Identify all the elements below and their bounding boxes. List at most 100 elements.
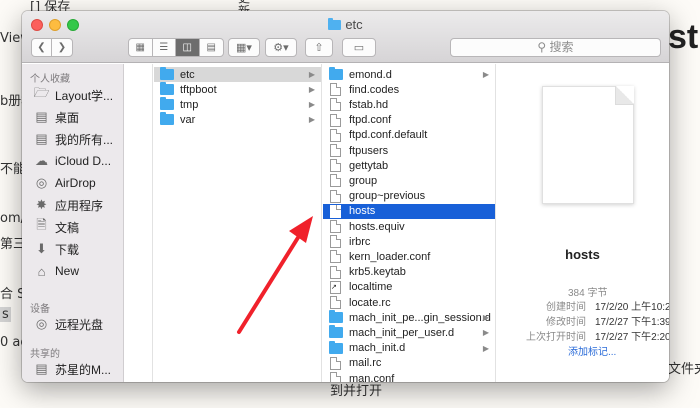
sidebar-item-label: 应用程序 [55,198,104,213]
sidebar-item-label: AirDrop [55,176,96,190]
sidebar-item-downloads[interactable]: ⬇ 下载 [34,239,79,259]
bg-heading: st [668,18,699,56]
chevron-right-icon: ▶ [482,313,489,323]
chevron-right-icon: ▶ [308,115,315,124]
preview-size: 384 字节 [568,288,608,299]
list-item[interactable]: etc ▶ [154,67,321,82]
airdrop-icon: ◎ [35,175,48,190]
search-icon: ⚲ [537,40,550,54]
item-name: kern_loader.conf [349,250,431,263]
list-view-button[interactable]: ☰ [153,39,176,56]
sidebar-header-devices: 设备 [30,304,50,315]
list-item[interactable]: gettytab [323,158,495,173]
list-item[interactable]: var ▶ [154,112,321,127]
document-icon [330,220,341,233]
chevron-right-icon: ▶ [308,70,315,79]
item-name: ftpusers [349,144,389,157]
tags-button[interactable]: ▭ [342,38,376,57]
add-tags-link[interactable]: 添加标记... [568,343,616,358]
folder-icon [329,325,343,339]
sidebar-item-desktop[interactable]: ▤ 桌面 [34,107,79,127]
alias-icon: ↗ [330,280,341,294]
list-item[interactable]: find.codes [323,82,495,97]
list-item[interactable]: group~previous [323,189,495,204]
item-name: gettytab [349,159,389,172]
search-input[interactable]: ⚲ 搜索 [450,38,661,57]
list-item[interactable]: tftpboot ▶ [154,82,321,97]
sidebar-header-shared: 共享的 [30,349,60,360]
list-item[interactable]: ftpusers [323,143,495,158]
list-item[interactable]: ftpd.conf.default [323,128,495,143]
sidebar-item-shared-pc[interactable]: ▤admin-pc [34,380,104,382]
document-icon [330,235,341,249]
preview-modified-value: 17/2/27 下午1:39 [595,317,669,328]
item-name: man.conf [349,372,395,383]
list-item[interactable]: hosts.equiv [323,219,495,234]
list-item[interactable]: irbrc [323,234,495,249]
list-item[interactable]: emond.d ▶ [323,67,495,82]
list-item[interactable]: mach_init_per_user.d ▶ [323,325,495,340]
home-icon: ⌂ [37,263,46,279]
list-item[interactable]: man.conf [323,371,495,382]
list-item[interactable]: tmp ▶ [154,97,321,112]
column-2: emond.d ▶ find.codes fstab.hd ftpd.conf ftpd.… [323,64,496,382]
item-name: mach_init.d [349,342,406,355]
list-item[interactable]: group [323,173,495,188]
bg-bottom-line: 到并打开 [330,384,383,399]
item-name: group [349,174,378,187]
sidebar-item-all-files[interactable]: ▤ 我的所有... [34,129,113,149]
desktop-icon: ▤ [35,109,48,124]
item-name: krb5.keytab [349,266,406,279]
item-name: tftpboot [180,83,217,96]
share-button[interactable]: ⇧ [305,38,333,57]
list-item[interactable]: fstab.hd [323,97,495,112]
chevron-right-icon: ▶ [482,343,489,353]
document-icon [330,204,341,218]
sidebar-item-shared-mac[interactable]: ▤ 苏星的M... [34,359,111,379]
sidebar-item-applications[interactable]: ✸ 应用程序 [34,195,103,215]
chevron-right-icon: ▶ [482,70,489,79]
icon-view-button[interactable]: ▦ [129,39,153,56]
list-item[interactable]: mach_init.d ▶ [323,340,495,356]
preview-opened-label: 上次打开时间 [526,332,586,343]
view-mode-buttons: ▦ ☰ ◫ ▤ [128,38,224,57]
arrange-button[interactable]: ▦▾ [228,38,260,57]
item-name: var [180,113,196,126]
window-title: etc [22,17,669,32]
list-item[interactable]: kern_loader.conf [323,249,495,264]
item-name: localtime [349,281,393,294]
sidebar-item-icloud[interactable]: ☁ iCloud D... [34,151,111,171]
list-item[interactable]: mail.rc [323,356,495,371]
folder-icon [160,97,174,110]
sidebar-item-remote-disc[interactable]: ◎ 远程光盘 [34,314,103,334]
sidebar-item-label: 我的所有... [55,132,114,147]
list-item[interactable]: locate.rc [323,295,495,310]
preview-modified-label: 修改时间 [546,317,586,328]
item-name: etc [180,68,195,81]
item-name: ftpd.conf.default [349,129,428,142]
cover-flow-button[interactable]: ▤ [200,39,223,56]
sidebar-item-layout[interactable]: 🗁 Layout学... [33,85,114,105]
sidebar-item-home[interactable]: ⌂ New [34,261,79,281]
column-view-button[interactable]: ◫ [176,39,200,56]
list-item[interactable]: hosts [323,203,495,219]
sidebar-item-label: New [55,264,80,278]
sidebar-item-label: Layout学... [55,88,114,103]
back-button[interactable]: ❮ [32,39,52,56]
sidebar-item-documents[interactable]: 🗎 文稿 [34,217,79,237]
document-icon [330,189,341,203]
list-item[interactable]: ↗ localtime [323,280,495,295]
list-item[interactable]: mach_init_pe...gin_session.d ▶ [323,310,495,325]
action-button[interactable]: ⚙ ▾ [265,38,297,57]
downloads-icon: ⬇ [36,241,47,256]
forward-button[interactable]: ❯ [52,39,72,56]
sidebar-item-airdrop[interactable]: ◎ AirDrop [34,173,96,193]
folder-icon: 🗁 [33,85,50,100]
all-files-icon: ▤ [35,131,48,146]
list-item[interactable]: krb5.keytab [323,265,495,280]
list-item[interactable]: ftpd.conf [323,113,495,128]
column-root [125,64,153,382]
document-icon [330,250,341,264]
folder-icon [329,67,343,80]
documents-icon: 🗎 [36,217,47,232]
